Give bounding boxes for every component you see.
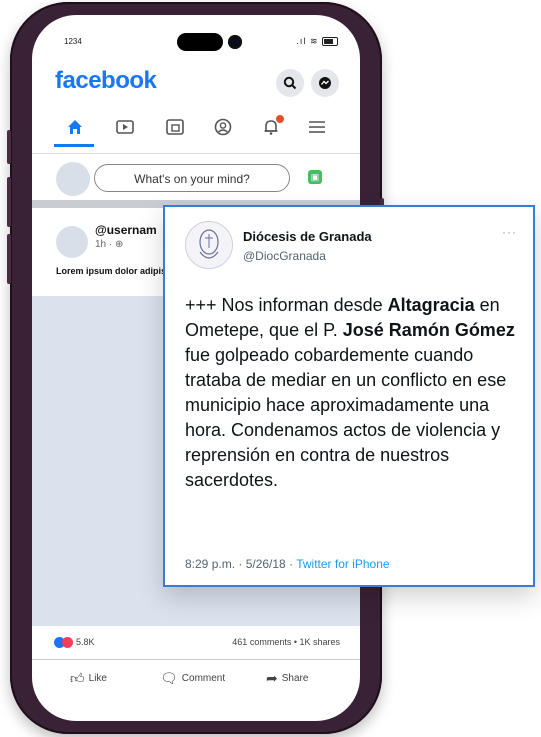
dynamic-island [177,33,223,51]
notifications-icon[interactable] [256,113,286,143]
reaction-count: 5.8K [76,637,95,647]
status-time: 1234 [64,37,82,46]
home-icon[interactable] [60,113,90,143]
facebook-logo[interactable]: facebook [55,67,157,95]
wifi-icon: ≋ [309,36,319,46]
tweet-text: +++ Nos informan desde Altagracia en Ome… [185,293,520,493]
comment-label: Comment [181,673,226,685]
tweet-display-name[interactable]: Diócesis de Granada [243,229,372,244]
signal-icon: .ıl [296,36,307,46]
tweet-text-part: fue golpeado cobardemente cuando trataba… [185,345,507,490]
comment-button[interactable]: 🗨︎ Comment [160,670,225,687]
comment-icon: 🗨︎ [160,670,178,686]
share-icon: ➦ [266,670,278,686]
tweet-source-link[interactable]: Twitter for iPhone [296,557,389,571]
profile-icon[interactable] [208,113,238,143]
camera-icon [228,35,242,49]
post-composer: What's on your mind? ▣ [32,153,360,198]
post-time: 1h · [95,239,116,250]
tweet-handle[interactable]: @DiocGranada [243,249,326,263]
like-button[interactable]: 👍︎ Like [70,670,107,687]
whats-on-your-mind-input[interactable]: What's on your mind? [94,164,290,192]
messenger-icon[interactable] [311,69,339,97]
share-label: Share [281,673,309,685]
more-options-icon[interactable]: ··· [502,225,517,239]
fb-nav-tabs [32,113,360,147]
active-tab-indicator [54,144,94,147]
share-button[interactable]: ➦ Share [266,670,308,687]
comments-shares-count[interactable]: 461 comments • 1K shares [232,637,340,647]
marketplace-icon[interactable] [160,113,190,143]
diocese-avatar[interactable] [185,221,233,269]
post-avatar[interactable] [56,226,88,258]
notification-badge [276,115,284,123]
post-username[interactable]: @usernam [95,223,157,237]
battery-icon [322,37,338,47]
globe-icon: ⊕ [115,239,124,250]
reactions-summary[interactable]: 5.8K [54,637,95,649]
tweet-text-part: +++ Nos informan desde [185,295,388,315]
video-icon[interactable] [110,113,140,143]
search-icon[interactable] [276,69,304,97]
tweet-footer: 8:29 p.m. · 5/26/18 · Twitter for iPhone [185,557,390,571]
fb-header: facebook [32,67,360,107]
thumbs-up-icon: 👍︎ [70,670,85,686]
tweet-timestamp[interactable]: 8:29 p.m. · 5/26/18 · [185,557,296,571]
status-icons: .ıl ≋ [296,36,338,47]
phone-volume-down-button [7,234,11,284]
tweet-text-bold-place: Altagracia [387,295,475,315]
avatar[interactable] [56,162,90,196]
menu-icon[interactable] [302,113,332,143]
phone-side-button [7,130,11,164]
post-meta: 1h · ⊕ [95,239,123,250]
status-bar: 1234 .ıl ≋ [32,33,360,53]
post-stats: 5.8K 461 comments • 1K shares [32,635,360,655]
tweet-text-bold-name: José Ramón Gómez [342,320,515,340]
post-actions: 👍︎ Like 🗨︎ Comment ➦ Share [32,659,360,688]
love-reaction-icon [62,637,73,649]
phone-volume-up-button [7,177,11,227]
photo-icon[interactable]: ▣ [308,170,322,184]
like-label: Like [88,673,107,685]
tweet-card: Diócesis de Granada @DiocGranada ··· +++… [163,205,535,587]
